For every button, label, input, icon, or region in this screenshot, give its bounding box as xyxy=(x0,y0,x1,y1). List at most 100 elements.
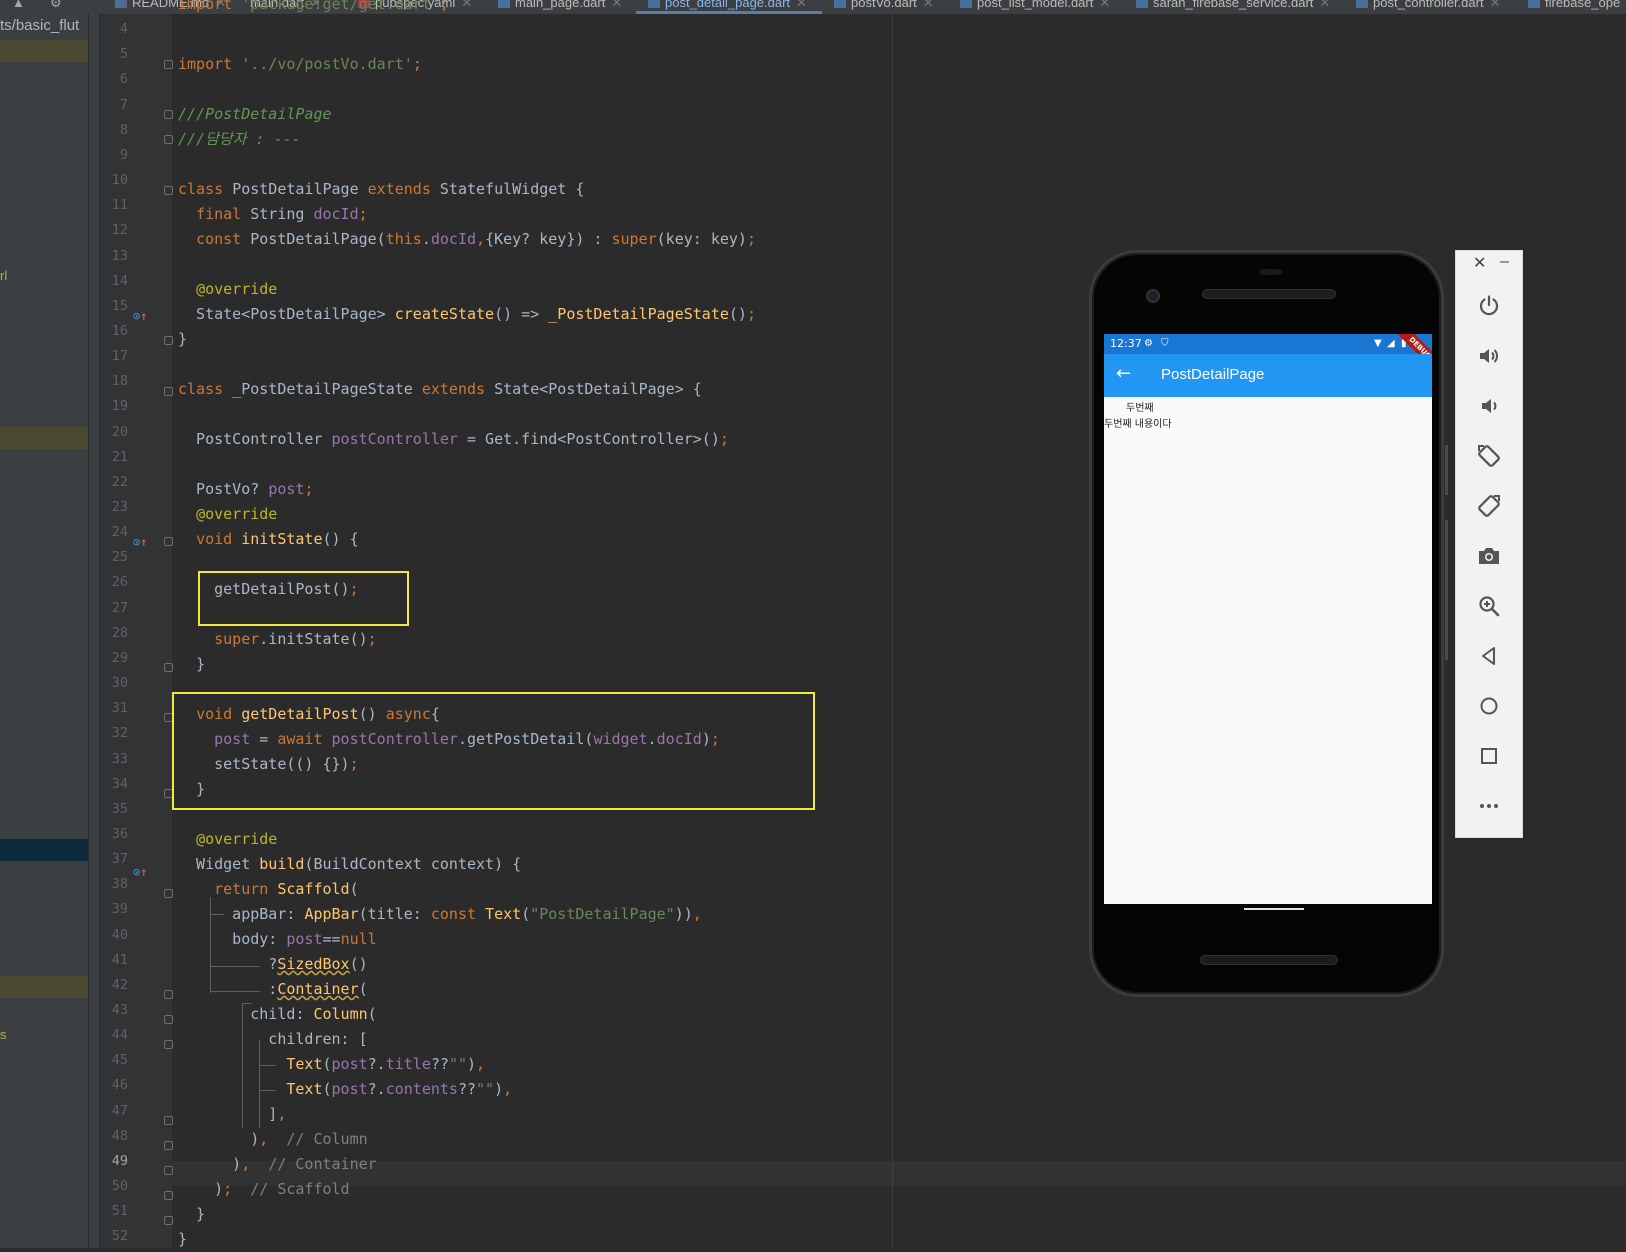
rotate-right-button[interactable] xyxy=(1469,488,1509,524)
code-line[interactable]: ///PostDetailPage xyxy=(178,102,332,127)
project-path[interactable]: ts/basic_flut xyxy=(0,17,79,34)
phone-side-button[interactable] xyxy=(1445,445,1448,495)
code-line[interactable]: final String docId; xyxy=(178,202,368,227)
line-number[interactable]: 18 xyxy=(100,369,128,394)
code-line[interactable]: @override xyxy=(178,277,277,302)
code-line[interactable]: } xyxy=(178,652,205,677)
line-number[interactable]: 23 xyxy=(100,495,128,520)
line-number[interactable]: 39 xyxy=(100,897,128,922)
line-number[interactable]: 40 xyxy=(100,923,128,948)
fold-icon[interactable] xyxy=(164,1015,173,1024)
line-number[interactable]: 37 xyxy=(100,847,128,872)
code-line[interactable]: ); // Scaffold xyxy=(178,1177,349,1202)
tab-postvo[interactable]: postVo.dart ✕ xyxy=(834,0,934,14)
close-icon[interactable]: ✕ xyxy=(923,0,934,10)
line-number[interactable]: 52 xyxy=(100,1224,128,1249)
line-number[interactable]: 29 xyxy=(100,646,128,671)
code-line[interactable]: @override xyxy=(178,827,277,852)
fold-icon[interactable] xyxy=(164,1191,173,1200)
line-number[interactable]: 47 xyxy=(100,1099,128,1124)
back-button[interactable] xyxy=(1469,638,1509,674)
line-number[interactable]: 4 xyxy=(100,17,128,42)
line-number[interactable]: 44 xyxy=(100,1023,128,1048)
fold-icon[interactable] xyxy=(164,60,173,69)
line-number[interactable]: 28 xyxy=(100,621,128,646)
collapse-icon[interactable]: ▲ xyxy=(12,0,25,14)
close-icon[interactable]: ✕ xyxy=(1490,0,1501,10)
tab-post-list-model[interactable]: post_list_model.dart ✕ xyxy=(960,0,1110,14)
code-line[interactable]: Text(post?.title??""), xyxy=(178,1052,485,1077)
volume-up-button[interactable] xyxy=(1469,338,1509,374)
line-number[interactable]: 22 xyxy=(100,470,128,495)
fold-icon[interactable] xyxy=(164,336,173,345)
close-icon[interactable]: ✕ xyxy=(461,0,472,10)
fold-icon[interactable] xyxy=(164,387,173,396)
project-panel-scrollbar[interactable] xyxy=(89,14,99,1248)
override-gutter-icon[interactable]: ⊙↑ xyxy=(133,860,147,885)
line-number[interactable]: 15 xyxy=(100,294,128,319)
power-button[interactable] xyxy=(1469,288,1509,324)
line-number[interactable]: 9 xyxy=(100,143,128,168)
code-line[interactable]: @override xyxy=(178,502,277,527)
line-number[interactable]: 11 xyxy=(100,193,128,218)
line-number[interactable]: 38 xyxy=(100,872,128,897)
code-line[interactable]: void initState() { xyxy=(178,527,359,552)
line-number[interactable]: 7 xyxy=(100,93,128,118)
code-line[interactable]: Widget build(BuildContext context) { xyxy=(178,852,521,877)
fold-icon[interactable] xyxy=(164,186,173,195)
overview-button[interactable] xyxy=(1469,738,1509,774)
more-button[interactable] xyxy=(1469,788,1509,824)
line-number[interactable]: 51 xyxy=(100,1199,128,1224)
code-line[interactable]: return Scaffold( xyxy=(178,877,359,902)
override-gutter-icon[interactable]: ⊙↑ xyxy=(133,530,147,555)
line-number[interactable]: 16 xyxy=(100,319,128,344)
tab-firebase-ope[interactable]: firebase_ope xyxy=(1528,0,1620,14)
code-line[interactable]: class PostDetailPage extends StatefulWid… xyxy=(178,177,584,202)
override-gutter-icon[interactable]: ⊙↑ xyxy=(133,304,147,329)
fold-icon[interactable] xyxy=(164,537,173,546)
project-item-fragment[interactable]: s xyxy=(0,1027,7,1042)
rotate-left-button[interactable] xyxy=(1469,438,1509,474)
fold-icon[interactable] xyxy=(164,1040,173,1049)
fold-icon[interactable] xyxy=(164,1141,173,1150)
line-number[interactable]: 24 xyxy=(100,520,128,545)
code-line[interactable]: class _PostDetailPageState extends State… xyxy=(178,377,702,402)
code-line[interactable]: PostVo? post; xyxy=(178,477,313,502)
code-line[interactable]: } xyxy=(178,1202,205,1227)
gear-icon[interactable]: ⚙ xyxy=(50,0,62,14)
gesture-nav-handle[interactable] xyxy=(1244,908,1304,910)
fold-icon[interactable] xyxy=(164,135,173,144)
code-line[interactable]: ), // Column xyxy=(178,1127,367,1152)
code-line[interactable]: import 'package:get/get.dart'; xyxy=(178,0,449,17)
close-icon[interactable]: ✕ xyxy=(611,0,622,10)
close-icon[interactable]: ✕ xyxy=(1099,0,1110,10)
line-number[interactable]: 34 xyxy=(100,772,128,797)
fold-icon[interactable] xyxy=(164,1216,173,1225)
emulator-screen[interactable]: 12:37 ⚙ ⛉ ▼ ◢ ▮ DEBUG ← PostDetailPage 두… xyxy=(1104,334,1432,904)
line-number[interactable]: 5 xyxy=(100,42,128,67)
line-number[interactable]: 49 xyxy=(100,1149,128,1174)
code-line[interactable]: :Container( xyxy=(178,977,367,1002)
minimize-icon[interactable]: – xyxy=(1500,253,1509,271)
line-number[interactable]: 33 xyxy=(100,747,128,772)
line-number[interactable]: 42 xyxy=(100,973,128,998)
close-icon[interactable]: ✕ xyxy=(796,0,807,10)
line-number[interactable]: 27 xyxy=(100,596,128,621)
fold-icon[interactable] xyxy=(164,1166,173,1175)
line-number[interactable]: 25 xyxy=(100,545,128,570)
code-line[interactable]: ], xyxy=(178,1102,286,1127)
code-line[interactable]: child: Column( xyxy=(178,1002,376,1027)
zoom-button[interactable] xyxy=(1469,588,1509,624)
code-line[interactable]: super.initState(); xyxy=(178,627,377,652)
code-line[interactable]: ?SizedBox() xyxy=(178,952,367,977)
fold-icon[interactable] xyxy=(164,889,173,898)
line-number[interactable]: 12 xyxy=(100,218,128,243)
line-number[interactable]: 21 xyxy=(100,445,128,470)
tab-post-controller[interactable]: post_controller.dart ✕ xyxy=(1356,0,1500,14)
line-number[interactable]: 14 xyxy=(100,269,128,294)
project-row-highlight[interactable] xyxy=(0,40,88,62)
code-line[interactable]: } xyxy=(178,1227,187,1252)
line-number[interactable]: 10 xyxy=(100,168,128,193)
line-number[interactable]: 30 xyxy=(100,671,128,696)
tab-main-page[interactable]: main_page.dart ✕ xyxy=(498,0,622,14)
